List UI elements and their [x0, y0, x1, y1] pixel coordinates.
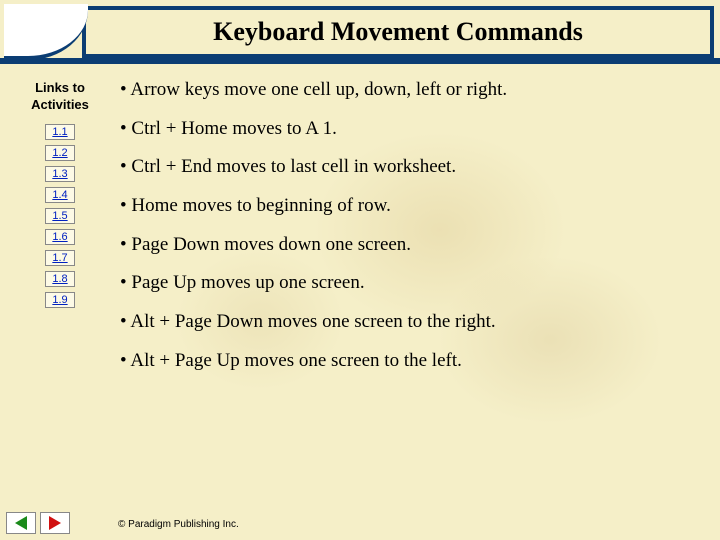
bullet-item: • Page Down moves down one screen. — [120, 233, 700, 258]
title-underline — [0, 58, 720, 64]
activity-link-1-9[interactable]: 1.9 — [45, 292, 75, 308]
sidebar-heading-line2: Activities — [31, 97, 89, 112]
activity-link-1-4[interactable]: 1.4 — [45, 187, 75, 203]
activity-link-1-3[interactable]: 1.3 — [45, 166, 75, 182]
nav-arrows — [6, 512, 70, 534]
bullet-item: • Arrow keys move one cell up, down, lef… — [120, 78, 700, 103]
activity-link-1-5[interactable]: 1.5 — [45, 208, 75, 224]
prev-slide-button[interactable] — [6, 512, 36, 534]
copyright-footer: © Paradigm Publishing Inc. — [118, 519, 239, 530]
activity-link-1-8[interactable]: 1.8 — [45, 271, 75, 287]
activity-link-1-1[interactable]: 1.1 — [45, 124, 75, 140]
sidebar-heading-line1: Links to — [35, 80, 85, 95]
bullet-item: • Ctrl + End moves to last cell in works… — [120, 155, 700, 180]
activity-link-1-7[interactable]: 1.7 — [45, 250, 75, 266]
sidebar-heading: Links to Activities — [10, 80, 110, 114]
bullet-item: • Page Up moves up one screen. — [120, 271, 700, 296]
bullet-item: • Ctrl + Home moves to A 1. — [120, 117, 700, 142]
title-bar: Keyboard Movement Commands — [82, 6, 714, 58]
content-area: • Arrow keys move one cell up, down, lef… — [120, 78, 700, 388]
activity-link-1-6[interactable]: 1.6 — [45, 229, 75, 245]
bullet-item: • Alt + Page Up moves one screen to the … — [120, 349, 700, 374]
bullet-item: • Home moves to beginning of row. — [120, 194, 700, 219]
page-title: Keyboard Movement Commands — [213, 17, 583, 47]
sidebar: Links to Activities 1.1 1.2 1.3 1.4 1.5 … — [10, 80, 110, 313]
next-slide-button[interactable] — [40, 512, 70, 534]
title-bar-inner: Keyboard Movement Commands — [86, 10, 710, 54]
activity-link-1-2[interactable]: 1.2 — [45, 145, 75, 161]
arrow-right-icon — [49, 516, 61, 530]
bullet-item: • Alt + Page Down moves one screen to th… — [120, 310, 700, 335]
arrow-left-icon — [15, 516, 27, 530]
